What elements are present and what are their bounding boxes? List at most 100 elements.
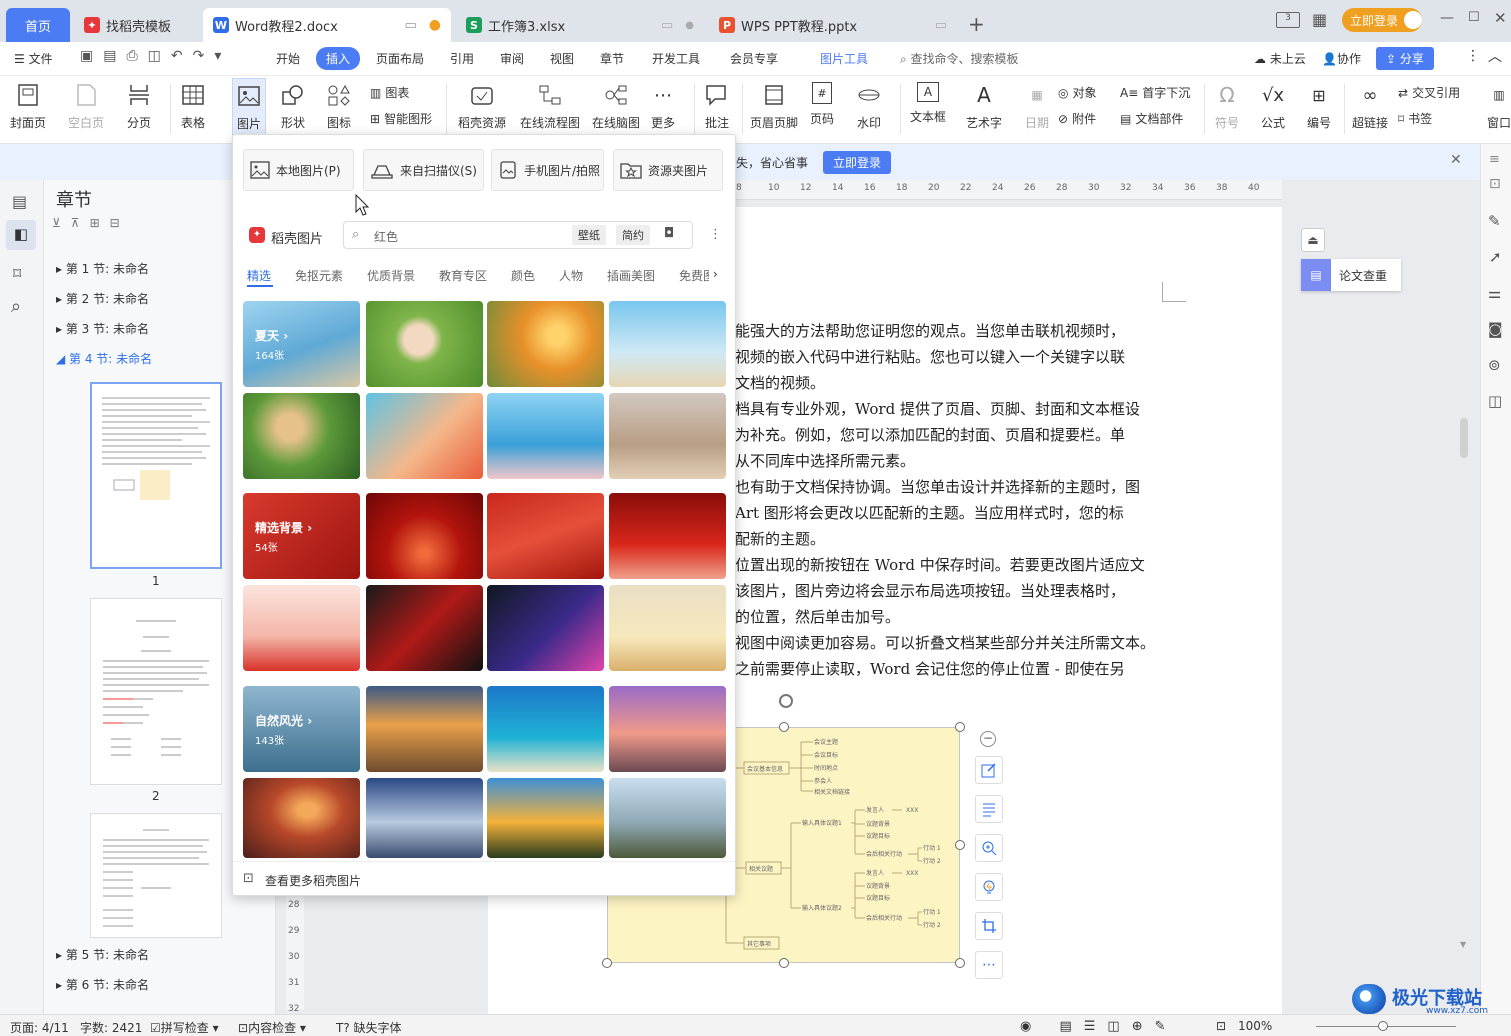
document-line[interactable]: 视图中阅读更加容易。可以折叠文档某些部分并关注所需文本。: [735, 632, 1155, 653]
section-item[interactable]: ▸ 第 3 节: 未命名: [56, 320, 149, 337]
section-item-active[interactable]: ◢ 第 4 节: 未命名: [56, 350, 152, 367]
document-line[interactable]: 该图片，图片旁边将会显示布局选项按钮。当处理表格时，: [735, 580, 1125, 601]
chevron-right-icon[interactable]: ›: [713, 267, 718, 281]
picture-search-box[interactable]: ⌕ 红色 壁纸 简约 ◘: [343, 221, 693, 249]
category-tab[interactable]: 免费图: [679, 267, 709, 284]
picture-thumbnail[interactable]: [609, 585, 726, 671]
close-icon[interactable]: ✕: [1494, 9, 1507, 27]
tab-home[interactable]: 首页: [6, 8, 70, 42]
picture-button[interactable]: 图片: [232, 78, 266, 138]
picture-thumbnail[interactable]: [243, 585, 360, 671]
formula-button[interactable]: √x 公式: [1260, 82, 1286, 131]
collab-button[interactable]: 👤协作: [1322, 50, 1361, 67]
resize-handle[interactable]: [779, 958, 789, 968]
page-number-button[interactable]: # 页码: [810, 82, 834, 127]
resize-handle[interactable]: [955, 840, 965, 850]
folder-picture-button[interactable]: 资源夹图片: [613, 149, 723, 191]
menu-picture-tools[interactable]: 图片工具: [820, 50, 868, 67]
resize-handle[interactable]: [955, 722, 965, 732]
cloud-status[interactable]: ☁ 未上云: [1254, 50, 1306, 67]
grid-icon[interactable]: ▦: [1312, 10, 1327, 29]
section-nav-icon[interactable]: ◧: [6, 220, 36, 250]
collapse-tools-icon[interactable]: −: [980, 731, 996, 747]
picture-thumbnail[interactable]: 精选背景 › 54张: [243, 493, 360, 579]
picture-thumbnail[interactable]: [609, 393, 726, 479]
blank-page-button[interactable]: 空白页: [68, 82, 104, 131]
spell-check-button[interactable]: ☑拼写检查 ▾: [150, 1019, 219, 1036]
category-tab[interactable]: 颜色: [511, 267, 535, 284]
edit-picture-icon[interactable]: [975, 756, 1003, 784]
section-item[interactable]: ▸ 第 6 节: 未命名: [56, 976, 149, 993]
quick-access-icons[interactable]: ▣▤⎙◫↶↷▾: [80, 48, 231, 64]
document-line[interactable]: 之前需要停止读取，Word 会记住您的停止位置 - 即使在另: [735, 658, 1125, 679]
sliders-icon[interactable]: ⚌: [1488, 284, 1501, 302]
rotate-handle-icon[interactable]: [779, 694, 793, 708]
bookmark-nav-icon[interactable]: ⌑: [13, 264, 21, 283]
view-mode-icons[interactable]: ◉ ▤☰◫⊕✎: [1020, 1019, 1177, 1034]
category-tab-active[interactable]: 精选: [247, 267, 271, 284]
camera-icon[interactable]: ◘: [664, 226, 674, 241]
scroll-top-icon[interactable]: ⏏: [1301, 228, 1325, 252]
header-footer-button[interactable]: 页眉页脚: [750, 82, 798, 131]
document-line[interactable]: 档具有专业外观，Word 提供了页眉、页脚、封面和文本框设: [735, 398, 1140, 419]
local-picture-button[interactable]: 本地图片(P): [243, 149, 354, 191]
picture-thumbnail[interactable]: 自然风光 › 143张: [243, 686, 360, 772]
category-tab[interactable]: 教育专区: [439, 267, 487, 284]
panel-tools-icons[interactable]: ⊻⊼⊞⊟: [52, 216, 130, 230]
date-button[interactable]: ▦ 日期: [1024, 82, 1050, 131]
picture-thumbnail[interactable]: [366, 301, 483, 387]
picture-thumbnail[interactable]: [487, 393, 604, 479]
resize-handle[interactable]: [779, 722, 789, 732]
document-line[interactable]: 能强大的方法帮助您证明您的观点。当您单击联机视频时，: [735, 320, 1125, 341]
resize-handle[interactable]: [602, 958, 612, 968]
document-line[interactable]: 也有助于文档保持协调。当您单击设计并选择新的主题时，图: [735, 476, 1140, 497]
picture-thumbnail[interactable]: [366, 778, 483, 858]
window-button[interactable]: ▥ 窗口: [1486, 82, 1511, 131]
hyperlink-button[interactable]: ∞ 超链接: [1352, 82, 1388, 131]
tab-ppt[interactable]: P WPS PPT教程.pptx ▭: [709, 8, 957, 42]
mindmap-button[interactable]: 在线脑图: [592, 82, 640, 131]
picture-thumbnail[interactable]: [243, 778, 360, 858]
watermark-button[interactable]: 水印: [856, 82, 882, 131]
cross-reference-button[interactable]: ⇄ 交叉引用: [1398, 84, 1460, 101]
phone-picture-button[interactable]: 手机图片/拍照: [491, 149, 604, 191]
new-tab-icon[interactable]: +: [968, 12, 985, 36]
symbol-button[interactable]: Ω 符号: [1214, 82, 1240, 131]
picture-thumbnail[interactable]: [487, 493, 604, 579]
more-options-icon[interactable]: ⋮: [709, 227, 722, 242]
docpart-button[interactable]: ▤ 文档部件: [1120, 110, 1183, 127]
menu-member[interactable]: 会员专享: [730, 50, 778, 67]
category-tab[interactable]: 插画美图: [607, 267, 655, 284]
section-item[interactable]: ▸ 第 5 节: 未命名: [56, 946, 149, 963]
more-icon[interactable]: ⋮: [1466, 48, 1480, 64]
picture-thumbnail[interactable]: [487, 778, 604, 858]
more-button[interactable]: ⋯ 更多: [650, 82, 676, 131]
page-thumbnail[interactable]: [90, 598, 222, 785]
screen-icon[interactable]: 3: [1276, 12, 1300, 28]
pen-icon[interactable]: ✎: [1488, 212, 1501, 230]
comment-button[interactable]: 批注: [704, 82, 730, 131]
tag-simple[interactable]: 简约: [616, 225, 650, 245]
section-item[interactable]: ▸ 第 1 节: 未命名: [56, 260, 149, 277]
picture-thumbnail[interactable]: 夏天 › 164张: [243, 301, 360, 387]
picture-thumbnail[interactable]: [487, 301, 604, 387]
scanner-button[interactable]: 来自扫描仪(S): [363, 149, 484, 191]
content-check-button[interactable]: ⊡内容检查 ▾: [238, 1019, 306, 1036]
zoom-level[interactable]: 100%: [1238, 1019, 1272, 1033]
picture-thumbnail[interactable]: [609, 301, 726, 387]
object-button[interactable]: ◎ 对象: [1058, 84, 1097, 101]
layout-options-icon[interactable]: [975, 795, 1003, 823]
menu-reference[interactable]: 引用: [450, 50, 474, 67]
section-item[interactable]: ▸ 第 2 节: 未命名: [56, 290, 149, 307]
zoom-picture-icon[interactable]: [975, 834, 1003, 862]
document-line[interactable]: 配新的主题。: [735, 528, 825, 549]
category-tab[interactable]: 人物: [559, 267, 583, 284]
page-break-button[interactable]: 分页: [126, 82, 152, 131]
minimize-icon[interactable]: —: [1440, 10, 1454, 26]
resize-handle[interactable]: [955, 958, 965, 968]
share-button[interactable]: ⇪ 分享: [1376, 47, 1434, 70]
chart-button[interactable]: ▥ 图表: [370, 84, 409, 101]
missing-font-button[interactable]: T? 缺失字体: [336, 1019, 402, 1036]
fit-page-icon[interactable]: ⊡: [1216, 1019, 1226, 1033]
menu-review[interactable]: 审阅: [500, 50, 524, 67]
